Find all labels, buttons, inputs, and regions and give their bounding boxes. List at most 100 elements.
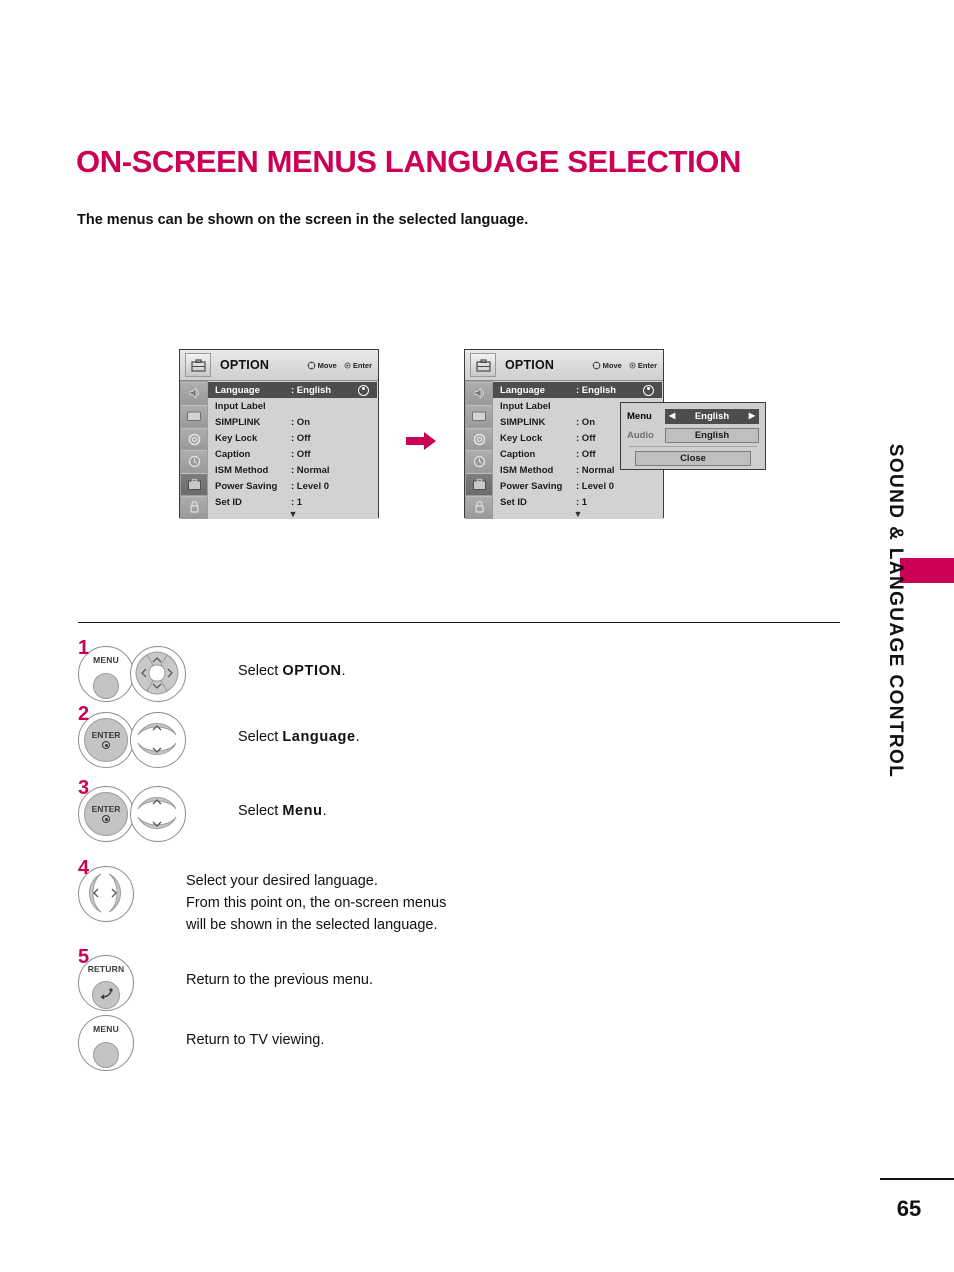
osd-hints: Move Enter [592,361,657,370]
enter-dot-icon [102,741,110,750]
language-popup-menu-label: Menu [627,410,652,422]
option-briefcase-icon [185,353,211,377]
rail-item-lock[interactable] [466,496,492,518]
setup-gear-icon [473,433,485,445]
menu-button[interactable]: MENU [78,1015,134,1071]
step-3-text-prefix: Select [238,803,283,819]
rail-item-audio[interactable] [181,382,207,404]
osd-row-label: Input Label [215,400,266,412]
osd-row-value: : Level 0 [576,480,615,492]
osd-row-value: : English [576,384,617,396]
section-divider [78,622,840,623]
osd-row-power-saving[interactable]: Power Saving : Level 0 [208,478,378,494]
up-down-arrows-icon [137,723,177,755]
step-2-text-prefix: Select [238,729,283,745]
osd-row-set-id[interactable]: Set ID : 1 [208,494,378,510]
page-subtitle: The menus can be shown on the screen in … [77,212,529,228]
rail-item-setup[interactable] [466,427,492,450]
rail-item-option[interactable] [181,473,207,496]
language-popup-audio-value[interactable]: English [665,427,759,443]
right-arrow-icon[interactable]: ▶ [749,412,755,420]
dpad-button[interactable] [130,646,186,702]
language-popup-menu-value[interactable]: ◀ English ▶ [665,408,759,424]
osd-row-value: : Off [291,432,311,444]
hint-enter: Enter [344,361,372,370]
rail-item-picture[interactable] [181,404,207,427]
close-button[interactable]: Close [635,451,751,466]
audio-speaker-icon [189,388,199,399]
rail-item-time[interactable] [466,450,492,473]
hint-move-label: Move [317,360,337,370]
scroll-down-icon[interactable]: ▼ [208,510,378,519]
step-return-tv: MENU Return to TV viewing. [78,1015,324,1071]
updown-button[interactable] [130,712,186,768]
time-clock-icon [473,456,485,468]
osd-row-language[interactable]: Language : English [493,382,662,398]
osd-row-set-id[interactable]: Set ID : 1 [493,494,663,510]
osd-row-label: Set ID [215,496,242,508]
step-2-number: 2 [78,703,90,725]
picture-screen-icon [472,411,486,421]
rail-item-lock[interactable] [181,496,207,518]
rail-item-picture[interactable] [466,404,492,427]
language-popup-audio-label: Audio [627,429,654,441]
step-1-text: Select OPTION. [238,646,346,683]
osd-category-rail [180,381,208,519]
osd-category-rail [465,381,493,519]
step-3-text-bold: Menu [282,803,323,819]
osd-body: Language : English Input Label SIMPLINK … [180,381,378,519]
step-3-text-suffix: . [322,803,327,819]
hint-move: Move [307,361,337,370]
page-title: ON-SCREEN MENUS LANGUAGE SELECTION [76,144,741,179]
step-4-line-3: will be shown in the selected language. [186,916,438,933]
updown-button[interactable] [130,786,186,842]
step-4-number: 4 [78,857,90,879]
osd-row-key-lock[interactable]: Key Lock : Off [208,430,378,446]
audio-speaker-icon [474,388,484,399]
step-1-text-prefix: Select [238,663,283,679]
osd-row-label: Caption [215,448,251,460]
enter-dot-icon [344,361,351,369]
enter-button-label: ENTER [91,803,121,814]
return-button-circle[interactable] [92,981,120,1009]
osd-row-simplink[interactable]: SIMPLINK : On [208,414,378,430]
step-1-text-suffix: . [341,663,346,679]
rail-item-setup[interactable] [181,427,207,450]
rail-item-time[interactable] [181,450,207,473]
enter-button-inner[interactable]: ENTER [84,718,128,762]
osd-hints: Move Enter [307,361,372,370]
osd-row-label: Caption [500,448,536,460]
osd-row-input-label[interactable]: Input Label [208,398,378,414]
lock-user-icon [474,501,484,513]
enter-button-inner[interactable]: ENTER [84,792,128,836]
osd-row-ism-method[interactable]: ISM Method : Normal [208,462,378,478]
osd-row-label: SIMPLINK [500,416,546,428]
scroll-down-icon[interactable]: ▼ [493,510,663,519]
osd-row-caption[interactable]: Caption : Off [208,446,378,462]
return-arrow-icon [100,988,113,1000]
side-tab-label: SOUND & LANGUAGE CONTROL [880,444,910,930]
osd-row-language[interactable]: Language : English [208,382,377,398]
step-4-text: Select your desired language. From this … [186,866,446,936]
step-2-text-suffix: . [355,729,360,745]
osd-row-indicator-icon [358,384,369,396]
osd-row-value: : Level 0 [291,480,330,492]
left-arrow-icon[interactable]: ◀ [669,412,675,420]
osd-row-value: : On [291,416,310,428]
rail-item-audio[interactable] [466,382,492,404]
language-popup-audio-row: Audio English [627,427,759,443]
menu-button-circle[interactable] [93,1042,119,1068]
osd-row-label: Language [215,384,260,396]
osd-row-indicator-icon [643,384,654,396]
osd-row-power-saving[interactable]: Power Saving : Level 0 [493,478,663,494]
osd-row-label: SIMPLINK [215,416,261,428]
rail-item-option[interactable] [466,473,492,496]
enter-dot-icon [102,815,110,824]
osd-row-label: Key Lock [215,432,258,444]
footer-rule [880,1178,954,1180]
hint-enter: Enter [629,361,657,370]
menu-button-circle[interactable] [93,673,119,699]
page-number: 65 [896,1196,922,1221]
step-2-text-bold: Language [282,729,356,745]
picture-screen-icon [187,411,201,421]
